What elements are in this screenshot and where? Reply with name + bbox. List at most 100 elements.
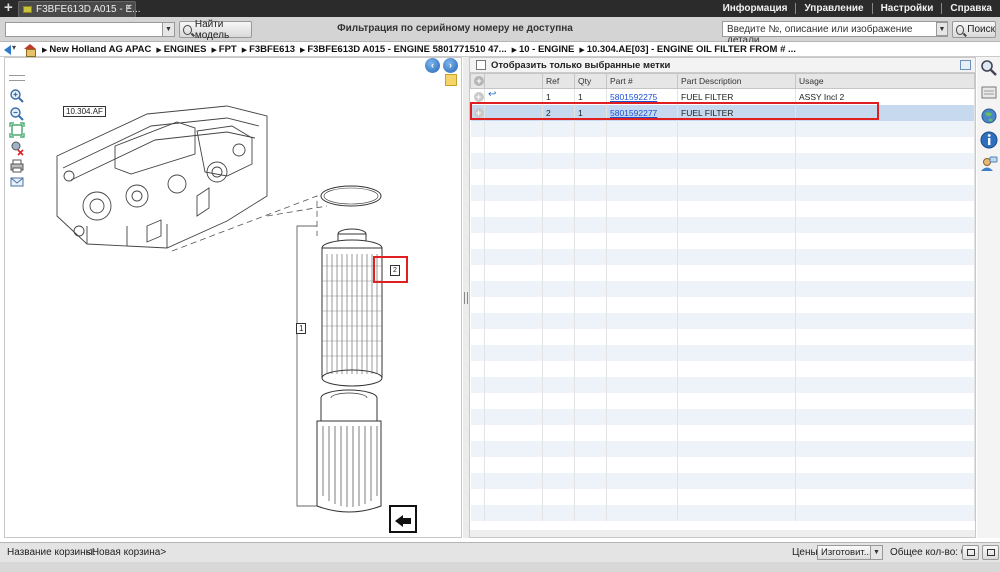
magnifier-icon[interactable] bbox=[980, 59, 998, 77]
menu-management[interactable]: Управление bbox=[796, 3, 871, 14]
basket-view-button[interactable] bbox=[962, 545, 979, 560]
parts-table: + Ref Qty Part # Part Description Usage … bbox=[470, 73, 975, 521]
horizontal-scrollbar[interactable] bbox=[470, 530, 975, 537]
leader-line bbox=[266, 205, 328, 217]
callout-label-1[interactable]: 1 bbox=[296, 323, 307, 334]
empty-row bbox=[470, 424, 975, 441]
show-selected-label: Отобразить только выбранные метки bbox=[491, 59, 671, 71]
column-ref[interactable]: Ref bbox=[542, 73, 575, 89]
email-icon[interactable] bbox=[9, 174, 25, 190]
new-tab-button[interactable]: + bbox=[4, 0, 16, 15]
exploded-view-drawing[interactable] bbox=[27, 76, 457, 536]
menu-help[interactable]: Справка bbox=[942, 3, 1000, 14]
clear-markers-icon[interactable] bbox=[9, 140, 25, 156]
hotspot-highlight[interactable]: 2 bbox=[373, 256, 408, 283]
breadcrumb-item[interactable]: 10.304.AE[03] - ENGINE OIL FILTER FROM #… bbox=[579, 44, 796, 55]
parts-table-header: + Ref Qty Part # Part Description Usage bbox=[470, 73, 975, 89]
callout-label-main[interactable]: 10.304.AF bbox=[63, 106, 106, 117]
table-row-selected[interactable]: + 2 1 5801592277 FUEL FILTER bbox=[470, 104, 975, 121]
zoom-out-icon[interactable] bbox=[9, 106, 25, 122]
toggle-view-button[interactable] bbox=[389, 505, 417, 533]
column-part-number[interactable]: Part # bbox=[606, 73, 678, 89]
show-selected-checkbox[interactable] bbox=[476, 60, 486, 70]
tab-current[interactable]: F3BFE613D A015 - E... × bbox=[18, 1, 141, 17]
prices-select[interactable]: Изготовит... ▼ bbox=[817, 545, 883, 560]
tab-close-icon[interactable]: × bbox=[126, 2, 132, 13]
splitter-grip[interactable] bbox=[464, 292, 468, 304]
empty-row bbox=[470, 360, 975, 377]
empty-row bbox=[470, 488, 975, 505]
cell-usage bbox=[795, 104, 975, 121]
cell-description: FUEL FILTER bbox=[677, 104, 796, 121]
tab-title: F3BFE613D A015 - E... bbox=[36, 4, 141, 15]
back-arrow-icon[interactable] bbox=[4, 43, 18, 55]
empty-row bbox=[470, 216, 975, 233]
cell-qty: 1 bbox=[574, 88, 607, 105]
search-icon bbox=[956, 24, 965, 35]
column-qty[interactable]: Qty bbox=[574, 73, 607, 89]
column-usage[interactable]: Usage bbox=[795, 73, 975, 89]
add-to-basket-icon[interactable]: + bbox=[473, 91, 484, 102]
user-chat-icon[interactable] bbox=[980, 155, 998, 173]
breadcrumb-item[interactable]: FPT bbox=[211, 44, 237, 55]
zoom-in-icon[interactable] bbox=[9, 88, 25, 104]
chevron-down-icon[interactable]: ▼ bbox=[936, 22, 948, 36]
add-to-basket-icon[interactable]: + bbox=[473, 107, 484, 118]
breadcrumb-item[interactable]: F3BFE613 bbox=[242, 44, 295, 55]
empty-row bbox=[470, 376, 975, 393]
empty-row bbox=[470, 456, 975, 473]
column-part-description[interactable]: Part Description bbox=[677, 73, 796, 89]
parts-pane-header: Отобразить только выбранные метки bbox=[470, 58, 975, 73]
top-menu: Информация Управление Настройки Справка bbox=[715, 0, 1000, 17]
callout-label-2[interactable]: 2 bbox=[390, 265, 400, 276]
part-number-link[interactable]: 5801592277 bbox=[610, 108, 657, 118]
window-bottom-strip bbox=[0, 562, 1000, 572]
previous-drawing-icon[interactable]: ‹ bbox=[425, 58, 440, 73]
menu-info[interactable]: Информация bbox=[715, 3, 796, 14]
side-toolbar bbox=[977, 57, 1000, 538]
tractor-icon bbox=[23, 6, 32, 13]
chevron-down-icon[interactable]: ▼ bbox=[870, 546, 882, 559]
breadcrumb-item[interactable]: ENGINES bbox=[156, 44, 207, 55]
search-button[interactable]: Поиск bbox=[952, 21, 996, 38]
print-icon[interactable] bbox=[9, 158, 25, 174]
parts-pane: Отобразить только выбранные метки + Ref … bbox=[469, 57, 976, 538]
cell-usage: ASSY Incl 2 bbox=[795, 88, 975, 105]
column-icon[interactable] bbox=[484, 73, 543, 89]
toolbar-grip[interactable] bbox=[9, 75, 25, 81]
cell-ref: 2 bbox=[542, 104, 575, 121]
next-drawing-icon[interactable]: › bbox=[443, 58, 458, 73]
cell-qty: 1 bbox=[574, 104, 607, 121]
basket-export-button[interactable] bbox=[982, 545, 999, 560]
breadcrumb: New Holland AG APAC ENGINES FPT F3BFE613… bbox=[0, 42, 1000, 57]
drawing-pane-header bbox=[5, 58, 461, 73]
expand-arrow-icon bbox=[395, 515, 411, 527]
related-link-icon[interactable] bbox=[488, 89, 498, 100]
cell-ref: 1 bbox=[542, 88, 575, 105]
layout-toggle-icon[interactable] bbox=[960, 60, 971, 70]
filter-element bbox=[321, 228, 383, 387]
home-icon[interactable] bbox=[24, 43, 36, 57]
part-number-link[interactable]: 5801592275 bbox=[610, 92, 657, 102]
info-icon[interactable] bbox=[980, 131, 998, 149]
column-expand[interactable]: + bbox=[470, 73, 485, 89]
empty-row bbox=[470, 408, 975, 425]
fit-to-window-icon[interactable] bbox=[9, 122, 25, 138]
table-row[interactable]: + 1 1 5801592275 FUEL FILTER ASSY Incl 2 bbox=[470, 88, 975, 105]
o-ring bbox=[320, 185, 382, 207]
catalog-icon[interactable] bbox=[980, 83, 998, 101]
basket-name-value[interactable]: <Новая корзина> bbox=[86, 547, 166, 558]
menu-settings[interactable]: Настройки bbox=[873, 3, 942, 14]
part-search-input[interactable]: Введите №, описание или изображение дета… bbox=[722, 21, 948, 46]
globe-icon[interactable] bbox=[980, 107, 998, 125]
empty-row bbox=[470, 200, 975, 217]
empty-row bbox=[470, 120, 975, 137]
empty-row bbox=[470, 344, 975, 361]
breadcrumb-item[interactable]: 10 - ENGINE bbox=[512, 44, 574, 55]
prices-select-value: Изготовит... bbox=[821, 547, 872, 558]
search-label: Поиск bbox=[967, 24, 995, 35]
empty-row bbox=[470, 312, 975, 329]
drawing-pane: ‹ › 10.304.AF 1 2 bbox=[4, 57, 462, 538]
breadcrumb-item[interactable]: New Holland AG APAC bbox=[42, 44, 151, 55]
breadcrumb-item[interactable]: F3BFE613D A015 - ENGINE 5801771510 47... bbox=[300, 44, 506, 55]
